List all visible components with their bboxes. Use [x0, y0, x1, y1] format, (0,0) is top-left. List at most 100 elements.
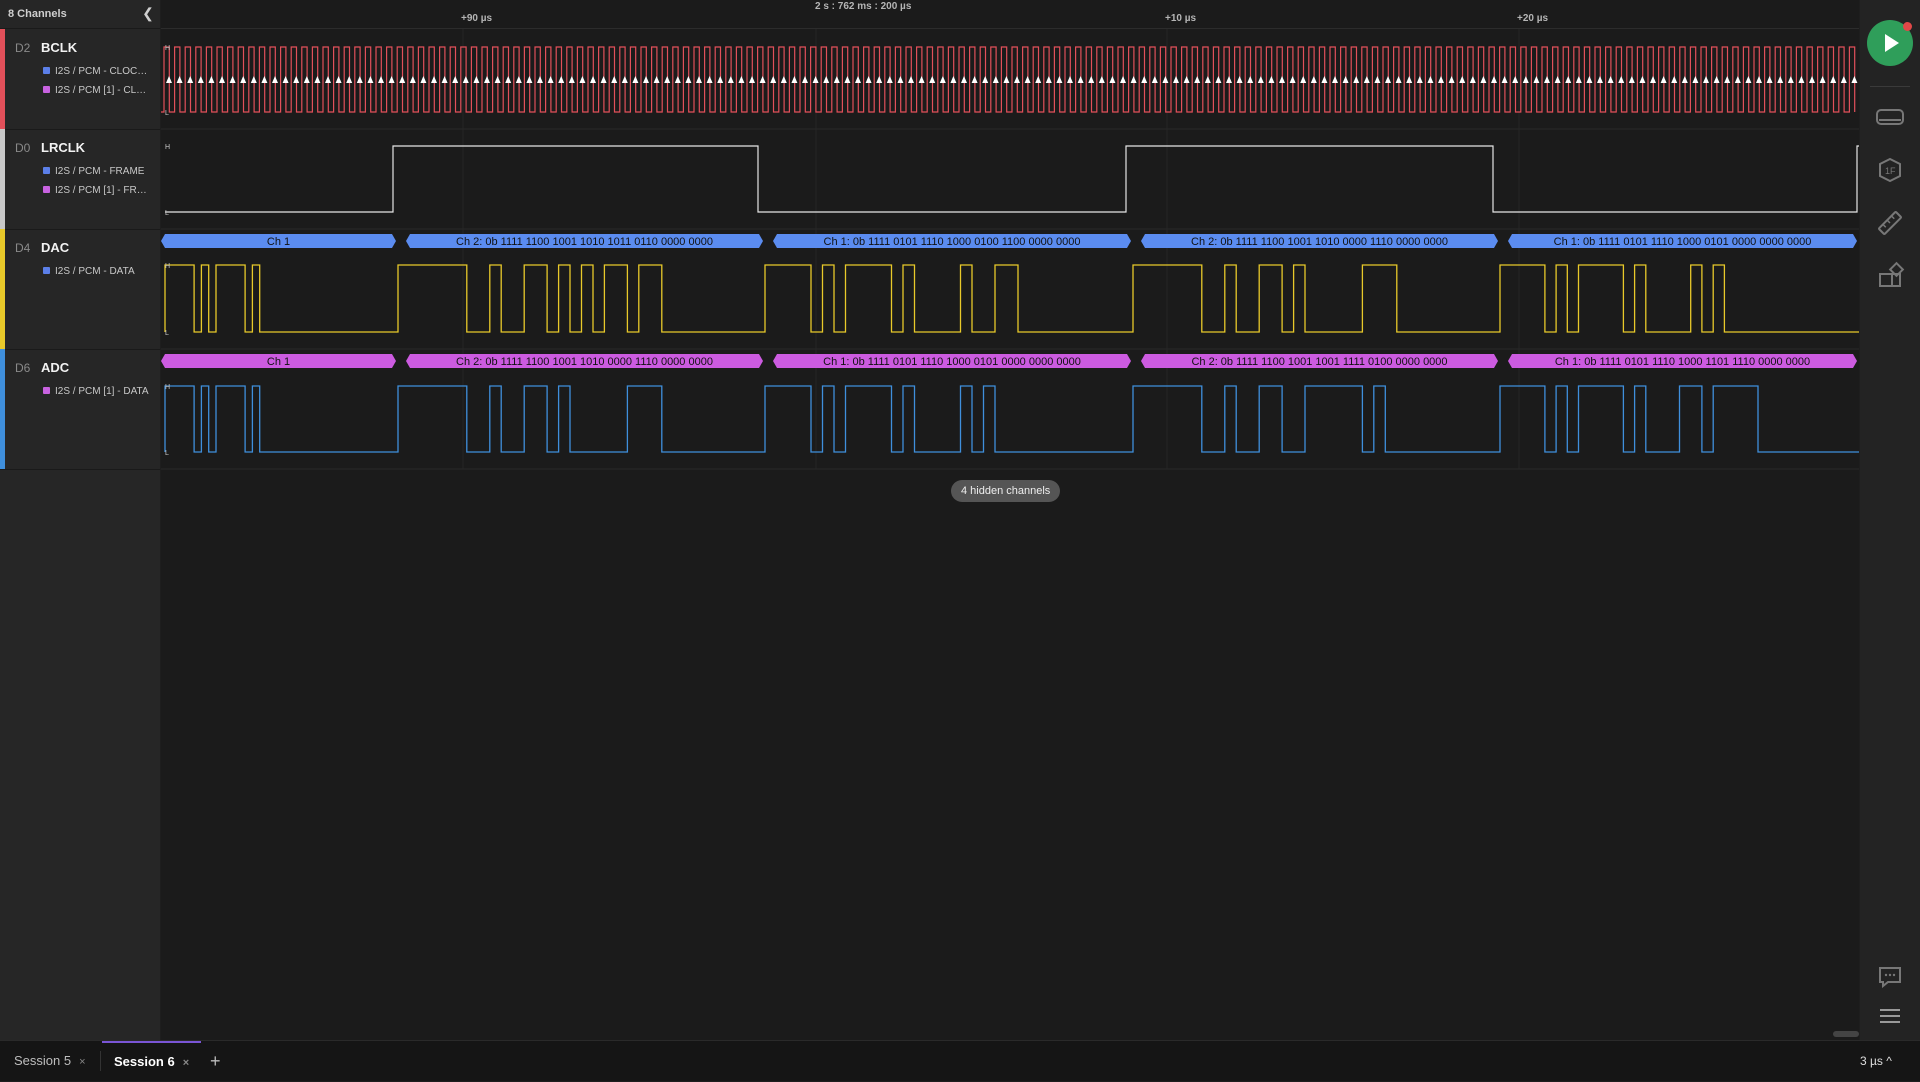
clock-edge-marker	[621, 76, 628, 83]
tab-session-6[interactable]: Session 6 ×	[102, 1041, 202, 1081]
clock-edge-marker	[388, 76, 395, 83]
waveform-canvas[interactable]: H L H L Ch 1 Ch 2: 0b 1111 1100 1001 1010 1…	[161, 0, 1859, 1030]
channel-name[interactable]: LRCLK	[41, 140, 85, 155]
waveform-viewer[interactable]: 2 s : 762 ms : 200 µs +90 µs +10 µs +20 …	[161, 0, 1859, 1040]
clock-edge-marker	[1628, 76, 1635, 83]
analyzer-icon[interactable]: 1F	[1874, 154, 1906, 186]
frame-annotation-label: Ch 2: 0b 1111 1100 1001 1001 1111 0100 0…	[1191, 356, 1447, 368]
analyzer-color-square	[43, 186, 50, 193]
clock-edge-marker	[1003, 76, 1010, 83]
clock-edge-marker	[1607, 76, 1614, 83]
frame-annotation-label: Ch 1	[267, 236, 290, 248]
analyzer-label[interactable]: I2S / PCM [1] - DATA	[43, 386, 149, 397]
clock-edge-marker	[1480, 76, 1487, 83]
clock-edge-marker	[1342, 76, 1349, 83]
analyzer-label[interactable]: I2S / PCM [1] - FRA...	[43, 185, 149, 196]
clock-edge-marker	[833, 76, 840, 83]
clock-edge-marker	[1215, 76, 1222, 83]
clock-edge-marker	[780, 76, 787, 83]
clock-edge-marker	[1809, 76, 1815, 83]
clock-edge-marker	[537, 76, 543, 83]
clock-edge-marker	[971, 76, 978, 83]
menu-icon[interactable]	[1874, 1000, 1906, 1032]
clock-edge-marker	[1586, 76, 1593, 83]
clock-edge-marker	[1438, 76, 1444, 83]
clock-edge-marker	[1575, 76, 1582, 83]
clock-edge-marker	[685, 76, 692, 83]
close-tab-icon[interactable]: ×	[79, 1056, 85, 1068]
clock-edge-marker	[187, 76, 194, 83]
clock-edge-marker	[1459, 76, 1466, 83]
clock-edge-marker	[759, 76, 766, 83]
comment-icon[interactable]	[1874, 960, 1906, 992]
clock-edge-marker	[939, 76, 946, 83]
clock-edge-marker	[855, 76, 861, 83]
clock-edge-marker	[950, 76, 957, 83]
clock-edge-marker	[1777, 76, 1784, 83]
clock-edge-marker	[1703, 76, 1709, 83]
clock-edge-marker	[1279, 76, 1285, 83]
clock-edge-marker	[982, 76, 989, 83]
channel-row-dac[interactable]: D4 DAC I2S / PCM - DATA	[0, 229, 160, 350]
collapse-panel-icon[interactable]: ❮	[140, 5, 156, 21]
clock-edge-marker	[1332, 76, 1338, 83]
channel-panel: 8 Channels ❮ D2 BCLK I2S / PCM - CLOCK .…	[0, 0, 160, 1040]
channel-name[interactable]: ADC	[41, 360, 69, 375]
play-icon[interactable]	[1867, 20, 1913, 66]
clock-edge-marker	[1745, 76, 1752, 83]
clock-edge-marker	[844, 76, 851, 83]
clock-edge-marker	[1300, 76, 1307, 83]
clock-edge-marker	[547, 76, 554, 83]
clock-edge-marker	[1035, 76, 1042, 83]
clock-edge-marker	[1671, 76, 1678, 83]
channel-id: D2	[15, 41, 31, 55]
channel-name[interactable]: DAC	[41, 240, 69, 255]
extensions-icon[interactable]	[1874, 260, 1906, 292]
clock-edge-marker	[240, 76, 247, 83]
clock-edge-marker	[325, 76, 331, 83]
tab-divider	[100, 1051, 101, 1071]
analyzer-label[interactable]: I2S / PCM - FRAME	[43, 166, 149, 177]
channel-id: D4	[15, 241, 31, 255]
channel-name[interactable]: BCLK	[41, 40, 77, 55]
timescale-selector[interactable]: 3 µs ^	[1860, 1041, 1892, 1081]
ruler-icon[interactable]	[1874, 207, 1906, 239]
scrollbar-thumb[interactable]	[1833, 1031, 1859, 1037]
frame-annotation-label: Ch 2: 0b 1111 1100 1001 1010 0000 1110 0…	[1191, 236, 1448, 248]
frame-annotation-label: Ch 1	[267, 356, 290, 368]
device-icon[interactable]	[1874, 101, 1906, 133]
clock-edge-marker	[770, 76, 777, 83]
horizontal-scrollbar[interactable]	[161, 1030, 1859, 1038]
clock-edge-marker	[462, 76, 469, 83]
tab-session-5[interactable]: Session 5 ×	[14, 1041, 86, 1081]
clock-edge-marker	[791, 76, 798, 83]
channel-row-adc[interactable]: D6 ADC I2S / PCM [1] - DATA	[0, 349, 160, 470]
clock-edge-marker	[558, 76, 565, 83]
clock-edge-marker	[1353, 76, 1360, 83]
clock-edge-marker	[1491, 76, 1497, 83]
channel-color-bar	[0, 349, 5, 469]
analyzer-label[interactable]: I2S / PCM [1] - CLO...	[43, 85, 149, 96]
clock-edge-marker	[282, 76, 289, 83]
close-tab-icon[interactable]: ×	[183, 1057, 189, 1069]
clock-edge-marker	[876, 76, 883, 83]
clock-edge-marker	[1321, 76, 1328, 83]
channel-color-bar	[0, 229, 5, 349]
channel-row-lrclk[interactable]: D0 LRCLK I2S / PCM - FRAME I2S / PCM [1]…	[0, 129, 160, 230]
clock-edge-marker	[632, 76, 639, 83]
hidden-channels-button[interactable]: 4 hidden channels	[951, 480, 1061, 502]
clock-edge-marker	[1448, 76, 1455, 83]
clock-edge-marker	[1819, 76, 1826, 83]
clock-edge-marker	[166, 76, 172, 83]
channel-row-bclk[interactable]: D2 BCLK I2S / PCM - CLOCK ... I2S / PCM …	[0, 29, 160, 130]
add-tab-button[interactable]: +	[210, 1041, 221, 1081]
analyzer-label[interactable]: I2S / PCM - CLOCK ...	[43, 66, 149, 77]
clock-edge-marker	[897, 76, 904, 83]
clock-edge-marker	[1374, 76, 1381, 83]
clock-edge-marker	[303, 76, 310, 83]
clock-edge-marker	[738, 76, 745, 83]
clock-edge-marker	[1056, 76, 1063, 83]
analyzer-label[interactable]: I2S / PCM - DATA	[43, 266, 149, 277]
right-toolbar: 1F	[1860, 0, 1920, 1040]
clock-edge-marker	[1363, 76, 1370, 83]
